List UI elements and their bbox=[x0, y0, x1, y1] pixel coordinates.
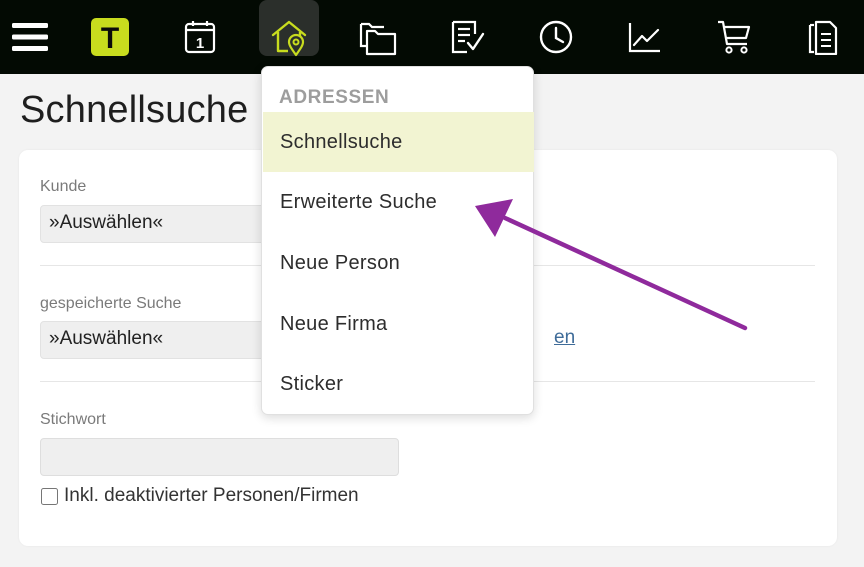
cart-icon bbox=[718, 20, 751, 54]
kunde-label: Kunde bbox=[40, 178, 87, 195]
menu-item-neue-firma[interactable]: Neue Firma bbox=[263, 294, 534, 354]
menu-item-sticker[interactable]: Sticker bbox=[263, 354, 534, 414]
shop-button[interactable] bbox=[704, 0, 764, 74]
include-inactive-label: Inkl. deaktivierter Personen/Firmen bbox=[64, 485, 359, 506]
addresses-dropdown-menu: ADRESSEN Schnellsuche Erweiterte Suche N… bbox=[261, 66, 534, 415]
documents-folder-button[interactable] bbox=[348, 0, 408, 74]
folders-icon bbox=[359, 22, 397, 56]
menu-button[interactable] bbox=[0, 0, 60, 74]
tasks-button[interactable] bbox=[437, 0, 497, 74]
include-inactive-checkbox[interactable] bbox=[41, 487, 58, 505]
calendar-button[interactable]: 1 bbox=[170, 0, 230, 74]
documents-button[interactable] bbox=[793, 0, 853, 74]
calendar-day: 1 bbox=[196, 35, 204, 52]
clock-icon bbox=[539, 20, 573, 54]
menu-header: ADRESSEN bbox=[279, 87, 390, 108]
keyword-input[interactable] bbox=[40, 438, 399, 476]
calendar-icon: 1 bbox=[184, 21, 216, 54]
saved-search-link[interactable]: en bbox=[554, 327, 575, 349]
top-navigation-bar: T 1 bbox=[0, 0, 864, 74]
saved-search-label: gespeicherte Suche bbox=[40, 295, 182, 312]
include-inactive-row[interactable]: Inkl. deaktivierter Personen/Firmen bbox=[41, 485, 359, 507]
documents-icon bbox=[808, 20, 838, 55]
menu-item-schnellsuche[interactable]: Schnellsuche bbox=[263, 112, 534, 172]
menu-icon bbox=[12, 23, 48, 51]
task-list-icon bbox=[451, 20, 485, 54]
logo-letter: T bbox=[101, 22, 119, 55]
statistics-button[interactable] bbox=[615, 0, 675, 74]
logo-button[interactable]: T bbox=[80, 0, 140, 74]
page-title: Schnellsuche bbox=[20, 89, 249, 131]
time-tracking-button[interactable] bbox=[526, 0, 586, 74]
logo-icon: T bbox=[91, 18, 129, 56]
addresses-button[interactable] bbox=[259, 0, 319, 74]
menu-item-erweiterte-suche[interactable]: Erweiterte Suche bbox=[263, 172, 534, 232]
keyword-label: Stichwort bbox=[40, 411, 106, 428]
chart-icon bbox=[628, 23, 660, 53]
menu-item-neue-person[interactable]: Neue Person bbox=[263, 233, 534, 293]
address-home-icon bbox=[271, 20, 307, 57]
